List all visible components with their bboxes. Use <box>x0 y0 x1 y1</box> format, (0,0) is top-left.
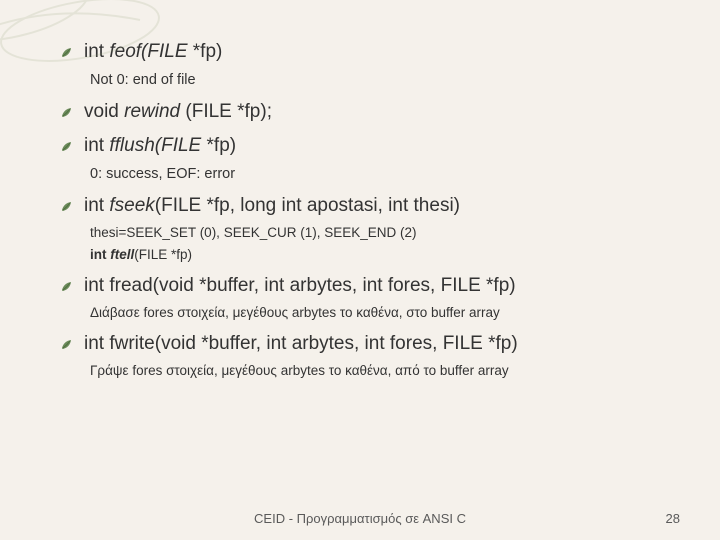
page-number: 28 <box>666 511 680 526</box>
list-item-l1: int feof(FILE *fp) <box>60 40 660 65</box>
list-subtext: thesi=SEEK_SET (0), SEEK_CUR (1), SEEK_E… <box>90 224 660 242</box>
list-subtext: int ftell(FILE *fp) <box>90 246 660 264</box>
slide-content: int feof(FILE *fp) Not 0: end of file void… <box>0 0 720 404</box>
leaf-bullet-icon <box>60 338 74 352</box>
leaf-bullet-icon <box>60 106 74 120</box>
list-item-l1: int fread(void *buffer, int arbytes, int… <box>60 274 660 299</box>
footer-center-text: CEID - Προγραμματισμός σε ANSI C <box>254 511 466 526</box>
list-item-l2: Not 0: end of file <box>90 71 660 90</box>
leaf-bullet-icon <box>60 140 74 154</box>
list-subtext: Not 0: end of file <box>90 71 660 90</box>
list-item-l2: int ftell(FILE *fp) <box>90 246 660 264</box>
list-text: void rewind (FILE *fp); <box>84 100 272 125</box>
leaf-bullet-icon <box>60 280 74 294</box>
list-subtext: Διάβασε fores στοιχεία, μεγέθους arbytes… <box>90 304 660 322</box>
list-item-l1: int fseek(FILE *fp, long int apostasi, i… <box>60 194 660 219</box>
list-text: int fread(void *buffer, int arbytes, int… <box>84 274 516 299</box>
list-item-l2: 0: success, EOF: error <box>90 165 660 184</box>
leaf-bullet-icon <box>60 200 74 214</box>
list-subtext: Γράψε fores στοιχεία, μεγέθους arbytes τ… <box>90 362 660 380</box>
list-item-l2: Διάβασε fores στοιχεία, μεγέθους arbytes… <box>90 304 660 322</box>
list-item-l1: int fwrite(void *buffer, int arbytes, in… <box>60 332 660 357</box>
list-item-l1: int fflush(FILE *fp) <box>60 134 660 159</box>
list-text: int fflush(FILE *fp) <box>84 134 236 159</box>
list-text: int feof(FILE *fp) <box>84 40 222 65</box>
list-item-l2: Γράψε fores στοιχεία, μεγέθους arbytes τ… <box>90 362 660 380</box>
footer: CEID - Προγραμματισμός σε ANSI C 28 <box>0 511 720 526</box>
leaf-bullet-icon <box>60 46 74 60</box>
list-subtext: 0: success, EOF: error <box>90 165 660 184</box>
list-text: int fwrite(void *buffer, int arbytes, in… <box>84 332 518 357</box>
list-item-l1: void rewind (FILE *fp); <box>60 100 660 125</box>
list-item-l2: thesi=SEEK_SET (0), SEEK_CUR (1), SEEK_E… <box>90 224 660 242</box>
list-text: int fseek(FILE *fp, long int apostasi, i… <box>84 194 460 219</box>
